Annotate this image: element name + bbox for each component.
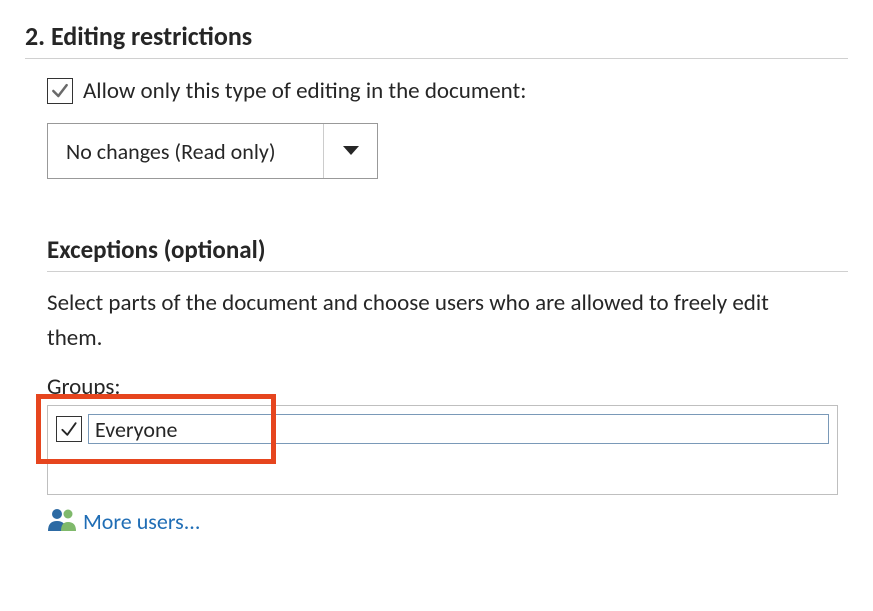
users-icon xyxy=(47,507,77,536)
editing-restrictions-heading: 2. Editing restrictions xyxy=(25,20,848,58)
divider xyxy=(47,271,848,272)
checkmark-icon xyxy=(50,81,70,101)
exceptions-heading: Exceptions (optional) xyxy=(25,234,848,271)
everyone-checkbox[interactable] xyxy=(56,416,82,442)
group-row-everyone: Everyone xyxy=(48,406,837,452)
groups-panel: Everyone xyxy=(47,405,838,495)
dropdown-toggle[interactable] xyxy=(323,124,377,178)
editing-type-dropdown[interactable]: No changes (Read only) xyxy=(47,123,378,179)
more-users-label: More users... xyxy=(83,508,200,535)
chevron-down-icon xyxy=(342,145,360,157)
groups-label: Groups: xyxy=(25,373,848,401)
divider xyxy=(25,58,848,59)
allow-editing-row: Allow only this type of editing in the d… xyxy=(25,77,848,105)
editing-type-value: No changes (Read only) xyxy=(48,124,323,178)
exceptions-description: Select parts of the document and choose … xyxy=(25,286,825,355)
checkmark-icon xyxy=(59,419,79,439)
allow-editing-checkbox[interactable] xyxy=(47,78,73,104)
more-users-link[interactable]: More users... xyxy=(47,507,848,536)
allow-editing-label: Allow only this type of editing in the d… xyxy=(83,77,526,105)
group-name-everyone[interactable]: Everyone xyxy=(88,414,829,444)
